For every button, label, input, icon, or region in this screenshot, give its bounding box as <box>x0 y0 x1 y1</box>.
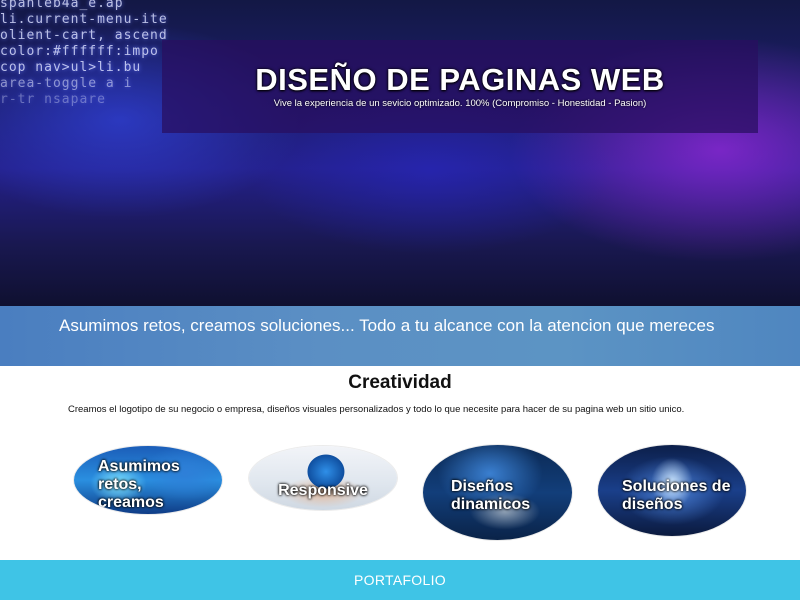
service-card-responsive[interactable]: Responsive <box>249 446 397 510</box>
service-card-soluciones[interactable]: Soluciones de diseños <box>598 445 746 536</box>
section-title-creatividad: Creatividad <box>348 372 452 393</box>
service-card-label: Asumimos retos, creamos <box>98 458 180 511</box>
code-line: r-tr nsapare <box>0 92 106 107</box>
code-line: olient-cart, ascend <box>0 28 168 43</box>
portfolio-bar[interactable]: PORTAFOLIO <box>0 560 800 600</box>
tagline-text: Asumimos retos, creamos soluciones... To… <box>59 316 715 335</box>
code-line: color:#ffffff:impo <box>0 44 159 59</box>
portfolio-link[interactable]: PORTAFOLIO <box>0 572 800 588</box>
code-line: spanleb4a_e.ap <box>0 0 124 11</box>
service-card-dinamicos[interactable]: Diseños dinamicos <box>423 445 572 540</box>
service-card-label: Diseños dinamicos <box>451 478 531 513</box>
code-line: cop nav>ul>li.bu <box>0 60 142 75</box>
service-card-label: Responsive <box>278 482 368 499</box>
service-card-label: Soluciones de diseños <box>622 478 731 513</box>
code-line: area-toggle a i <box>0 76 133 91</box>
page-title: DISEÑO DE PAGINAS WEB <box>255 62 665 97</box>
hero-banner: spanleb4a_e.ap li.current-menu-ite olien… <box>0 0 800 306</box>
code-line: li.current-menu-ite <box>0 12 168 27</box>
service-card-retos[interactable]: Asumimos retos, creamos <box>74 446 222 514</box>
tagline-banner: Asumimos retos, creamos soluciones... To… <box>0 306 800 366</box>
section-description: Creamos el logotipo de su negocio o empr… <box>68 404 685 415</box>
hero-subtitle: Vive la experiencia de un sevicio optimi… <box>273 98 647 109</box>
service-cards: Asumimos retos, creamos Responsive Diseñ… <box>0 440 800 550</box>
